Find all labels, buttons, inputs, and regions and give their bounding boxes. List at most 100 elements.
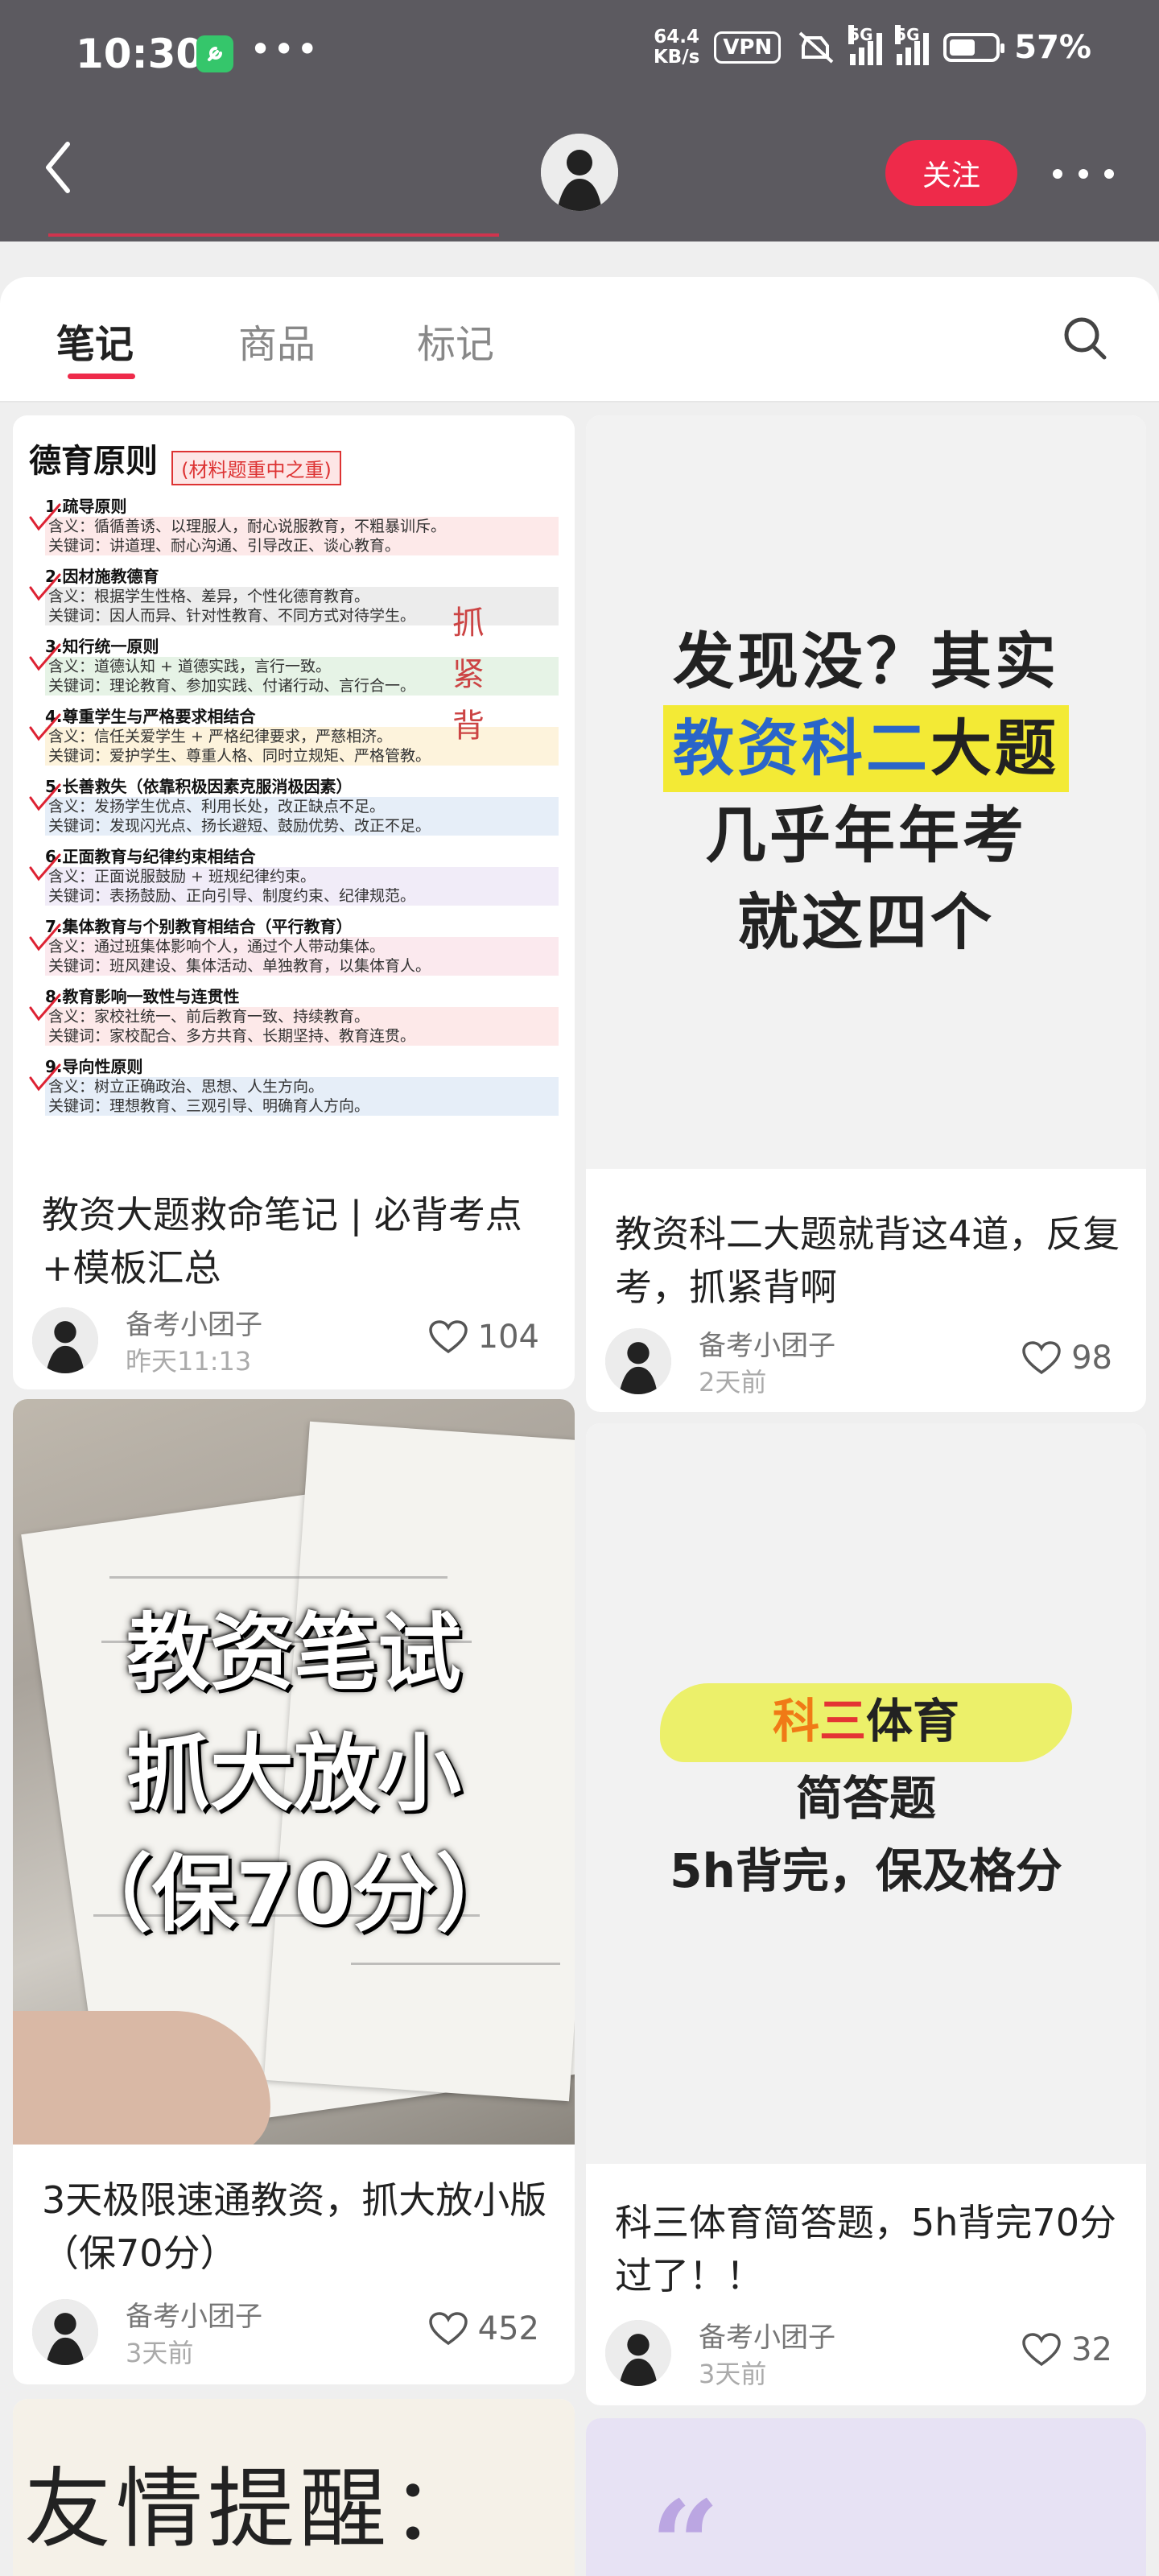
status-right-group: 64.4 KB/s VPN 5G 5G 57% <box>654 25 1091 68</box>
like-count: 104 <box>477 1319 539 1356</box>
note-author[interactable]: 备考小团子 3天前 32 <box>605 2315 1136 2389</box>
principle-title: 7.集体教育与个别教育相结合（平行教育） <box>45 917 353 936</box>
sim2-network-type: 5G <box>895 25 920 44</box>
more-options-icon[interactable] <box>1053 158 1114 190</box>
checkmark-icon <box>29 713 61 741</box>
author-name[interactable]: 备考小团子 <box>699 2315 835 2355</box>
note-author[interactable]: 备考小团子 3天前 452 <box>32 2294 563 2368</box>
like-button[interactable]: 104 <box>428 1319 539 1356</box>
note-title[interactable]: 教资大题救命笔记 | 必背考点+模板汇总 <box>42 1188 551 1294</box>
chevron-left-icon <box>46 142 70 193</box>
note-cover-image: 德育原则 (材料题重中之重) 1.疏导原则 含义：循循善诱、以理服人，耐心说服教育… <box>13 415 575 1156</box>
principle-keywords: 关键词：讲道理、耐心沟通、引导改正、谈心教育。 <box>45 536 559 555</box>
tab-products[interactable]: 商品 <box>238 312 316 369</box>
tab-notes[interactable]: 笔记 <box>56 312 134 369</box>
cover-text: 体育 <box>866 1694 960 1748</box>
content-sheet: 笔记 商品 标记 德育原则 (材料题重中之重) 1.疏导原则 含义：循循善诱、以理… <box>0 277 1159 2576</box>
cover-brush-highlight: 科三体育 <box>659 1680 1073 1762</box>
author-name[interactable]: 备考小团子 <box>699 1323 835 1363</box>
heart-icon <box>428 2312 468 2346</box>
search-icon[interactable] <box>1061 314 1109 362</box>
post-time: 昨天11:13 <box>126 1346 252 1377</box>
cover-highlight-rest: 大题 <box>930 712 1059 784</box>
cover-line: （保70分） <box>68 1845 520 1943</box>
post-time: 3天前 <box>699 2359 767 2389</box>
paper-line <box>351 1963 560 1965</box>
note-title[interactable]: 教资科二大题就背这4道，反复考，抓紧背啊 <box>615 1208 1122 1314</box>
battery-percent: 57% <box>1014 29 1091 66</box>
like-button[interactable]: 32 <box>1021 2331 1112 2368</box>
battery-icon <box>943 33 1005 62</box>
cover-line: 5h背完，保及格分 <box>670 1843 1062 1898</box>
note-cover-image: 友情提醒： <box>13 2399 575 2576</box>
like-count: 98 <box>1071 1340 1112 1377</box>
cover-highlight-blue: 教资科二 <box>673 712 930 784</box>
principle-meaning: 含义：循循善诱、以理服人，耐心说服教育，不粗暴训斥。 <box>45 517 559 536</box>
principle-item: 6.正面教育与纪律约束相结合 含义：正面说服鼓励 + 班规纪律约束。 关键词：表扬鼓… <box>29 847 559 906</box>
author-name[interactable]: 备考小团子 <box>126 1302 262 1342</box>
cover-line: 教资笔试 <box>126 1604 461 1702</box>
checkmark-icon <box>29 1063 61 1092</box>
header-accent-line <box>48 233 499 237</box>
signal-sim1-icon: 5G <box>848 25 883 65</box>
app-notification-icon <box>196 35 233 72</box>
post-time: 2天前 <box>699 1367 767 1397</box>
heart-icon <box>1022 1341 1061 1375</box>
status-time: 10:30 <box>76 31 204 77</box>
heart-icon <box>1022 2333 1061 2367</box>
principle-title: 5.长善救失（依靠积极因素克服消极因素） <box>45 777 353 796</box>
cover-red-text: 三 <box>819 1694 866 1748</box>
note-card[interactable]: 科三体育 简答题 5h背完，保及格分 科三体育简答题，5h背完70分过了！！ 备… <box>586 1423 1146 2405</box>
author-name[interactable]: 备考小团子 <box>126 2294 262 2334</box>
cover-line: 就这四个 <box>737 886 995 958</box>
profile-avatar[interactable] <box>541 134 618 211</box>
author-avatar[interactable] <box>32 2299 98 2365</box>
back-button[interactable] <box>42 135 90 200</box>
note-card[interactable]: 教资笔试 抓大放小 （保70分） 3天极限速通教资，抓大放小版（保70分） 备考… <box>13 1399 575 2384</box>
note-card[interactable]: 德育原则 (材料题重中之重) 1.疏导原则 含义：循循善诱、以理服人，耐心说服教育… <box>13 415 575 1389</box>
network-speed: 64.4 KB/s <box>654 27 699 68</box>
note-author[interactable]: 备考小团子 2天前 98 <box>605 1323 1136 1397</box>
checkmark-icon <box>29 503 61 531</box>
principle-item: 5.长善救失（依靠积极因素克服消极因素） 含义：发扬学生优点、利用长处，改正缺点不… <box>29 777 559 836</box>
tab-marks[interactable]: 标记 <box>417 312 494 369</box>
status-bar: 10:30 ••• 64.4 KB/s VPN 5G 5G 57% <box>0 0 1159 113</box>
checkmark-icon <box>29 923 61 952</box>
author-avatar[interactable] <box>605 2320 671 2386</box>
principle-title: 3.知行统一原则 <box>45 637 159 656</box>
cover-handwritten-text: 友情提醒： <box>24 2459 484 2560</box>
principle-keywords: 关键词：发现闪光点、扬长避短、鼓励优势、改正不足。 <box>45 816 559 836</box>
network-speed-unit: KB/s <box>653 47 700 68</box>
cover-orange-text: 科 <box>772 1694 819 1748</box>
principle-item: 1.疏导原则 含义：循循善诱、以理服人，耐心说服教育，不粗暴训斥。 关键词：讲道理、… <box>29 497 559 555</box>
cover-line-highlight: 教资科二大题 <box>663 705 1069 792</box>
note-author[interactable]: 备考小团子 昨天11:13 104 <box>32 1302 563 1377</box>
note-cover-image: “ <box>586 2418 1146 2576</box>
author-avatar[interactable] <box>32 1307 98 1373</box>
note-cover-image: 科三体育 简答题 5h背完，保及格分 <box>586 1423 1146 2164</box>
principle-title: 2.因材施教德育 <box>45 567 159 586</box>
hand-graphic <box>13 2011 270 2145</box>
principle-meaning: 含义：树立正确政治、思想、人生方向。 <box>45 1077 559 1096</box>
follow-button[interactable]: 关注 <box>885 140 1017 206</box>
note-card[interactable]: 友情提醒： <box>13 2399 575 2576</box>
note-title[interactable]: 科三体育简答题，5h背完70分过了！！ <box>615 2196 1122 2302</box>
tab-indicator <box>68 374 135 379</box>
heart-icon <box>428 1320 468 1354</box>
note-card[interactable]: “ <box>586 2418 1146 2576</box>
principle-meaning: 含义：发扬学生优点、利用长处，改正缺点不足。 <box>45 797 559 816</box>
like-button[interactable]: 98 <box>1021 1340 1112 1377</box>
checkmark-icon <box>29 853 61 881</box>
network-speed-value: 64.4 <box>654 27 699 47</box>
cover-line: 抓大放小 <box>126 1724 461 1823</box>
vpn-badge: VPN <box>714 31 782 64</box>
cover-overlay-text: 教资笔试 抓大放小 （保70分） <box>13 1592 575 1955</box>
like-count: 452 <box>477 2310 539 2347</box>
like-button[interactable]: 452 <box>428 2310 539 2347</box>
principle-keywords: 关键词：家校配合、多方共育、长期坚持、教育连贯。 <box>45 1026 559 1046</box>
note-title[interactable]: 3天极限速通教资，抓大放小版（保70分） <box>42 2174 551 2280</box>
checkmark-icon <box>29 783 61 811</box>
note-card[interactable]: 发现没？其实 教资科二大题 几乎年年考 就这四个 教资科二大题就背这4道，反复考… <box>586 415 1146 1412</box>
principle-keywords: 关键词：班风建设、集体活动、单独教育，以集体育人。 <box>45 956 559 976</box>
author-avatar[interactable] <box>605 1328 671 1394</box>
